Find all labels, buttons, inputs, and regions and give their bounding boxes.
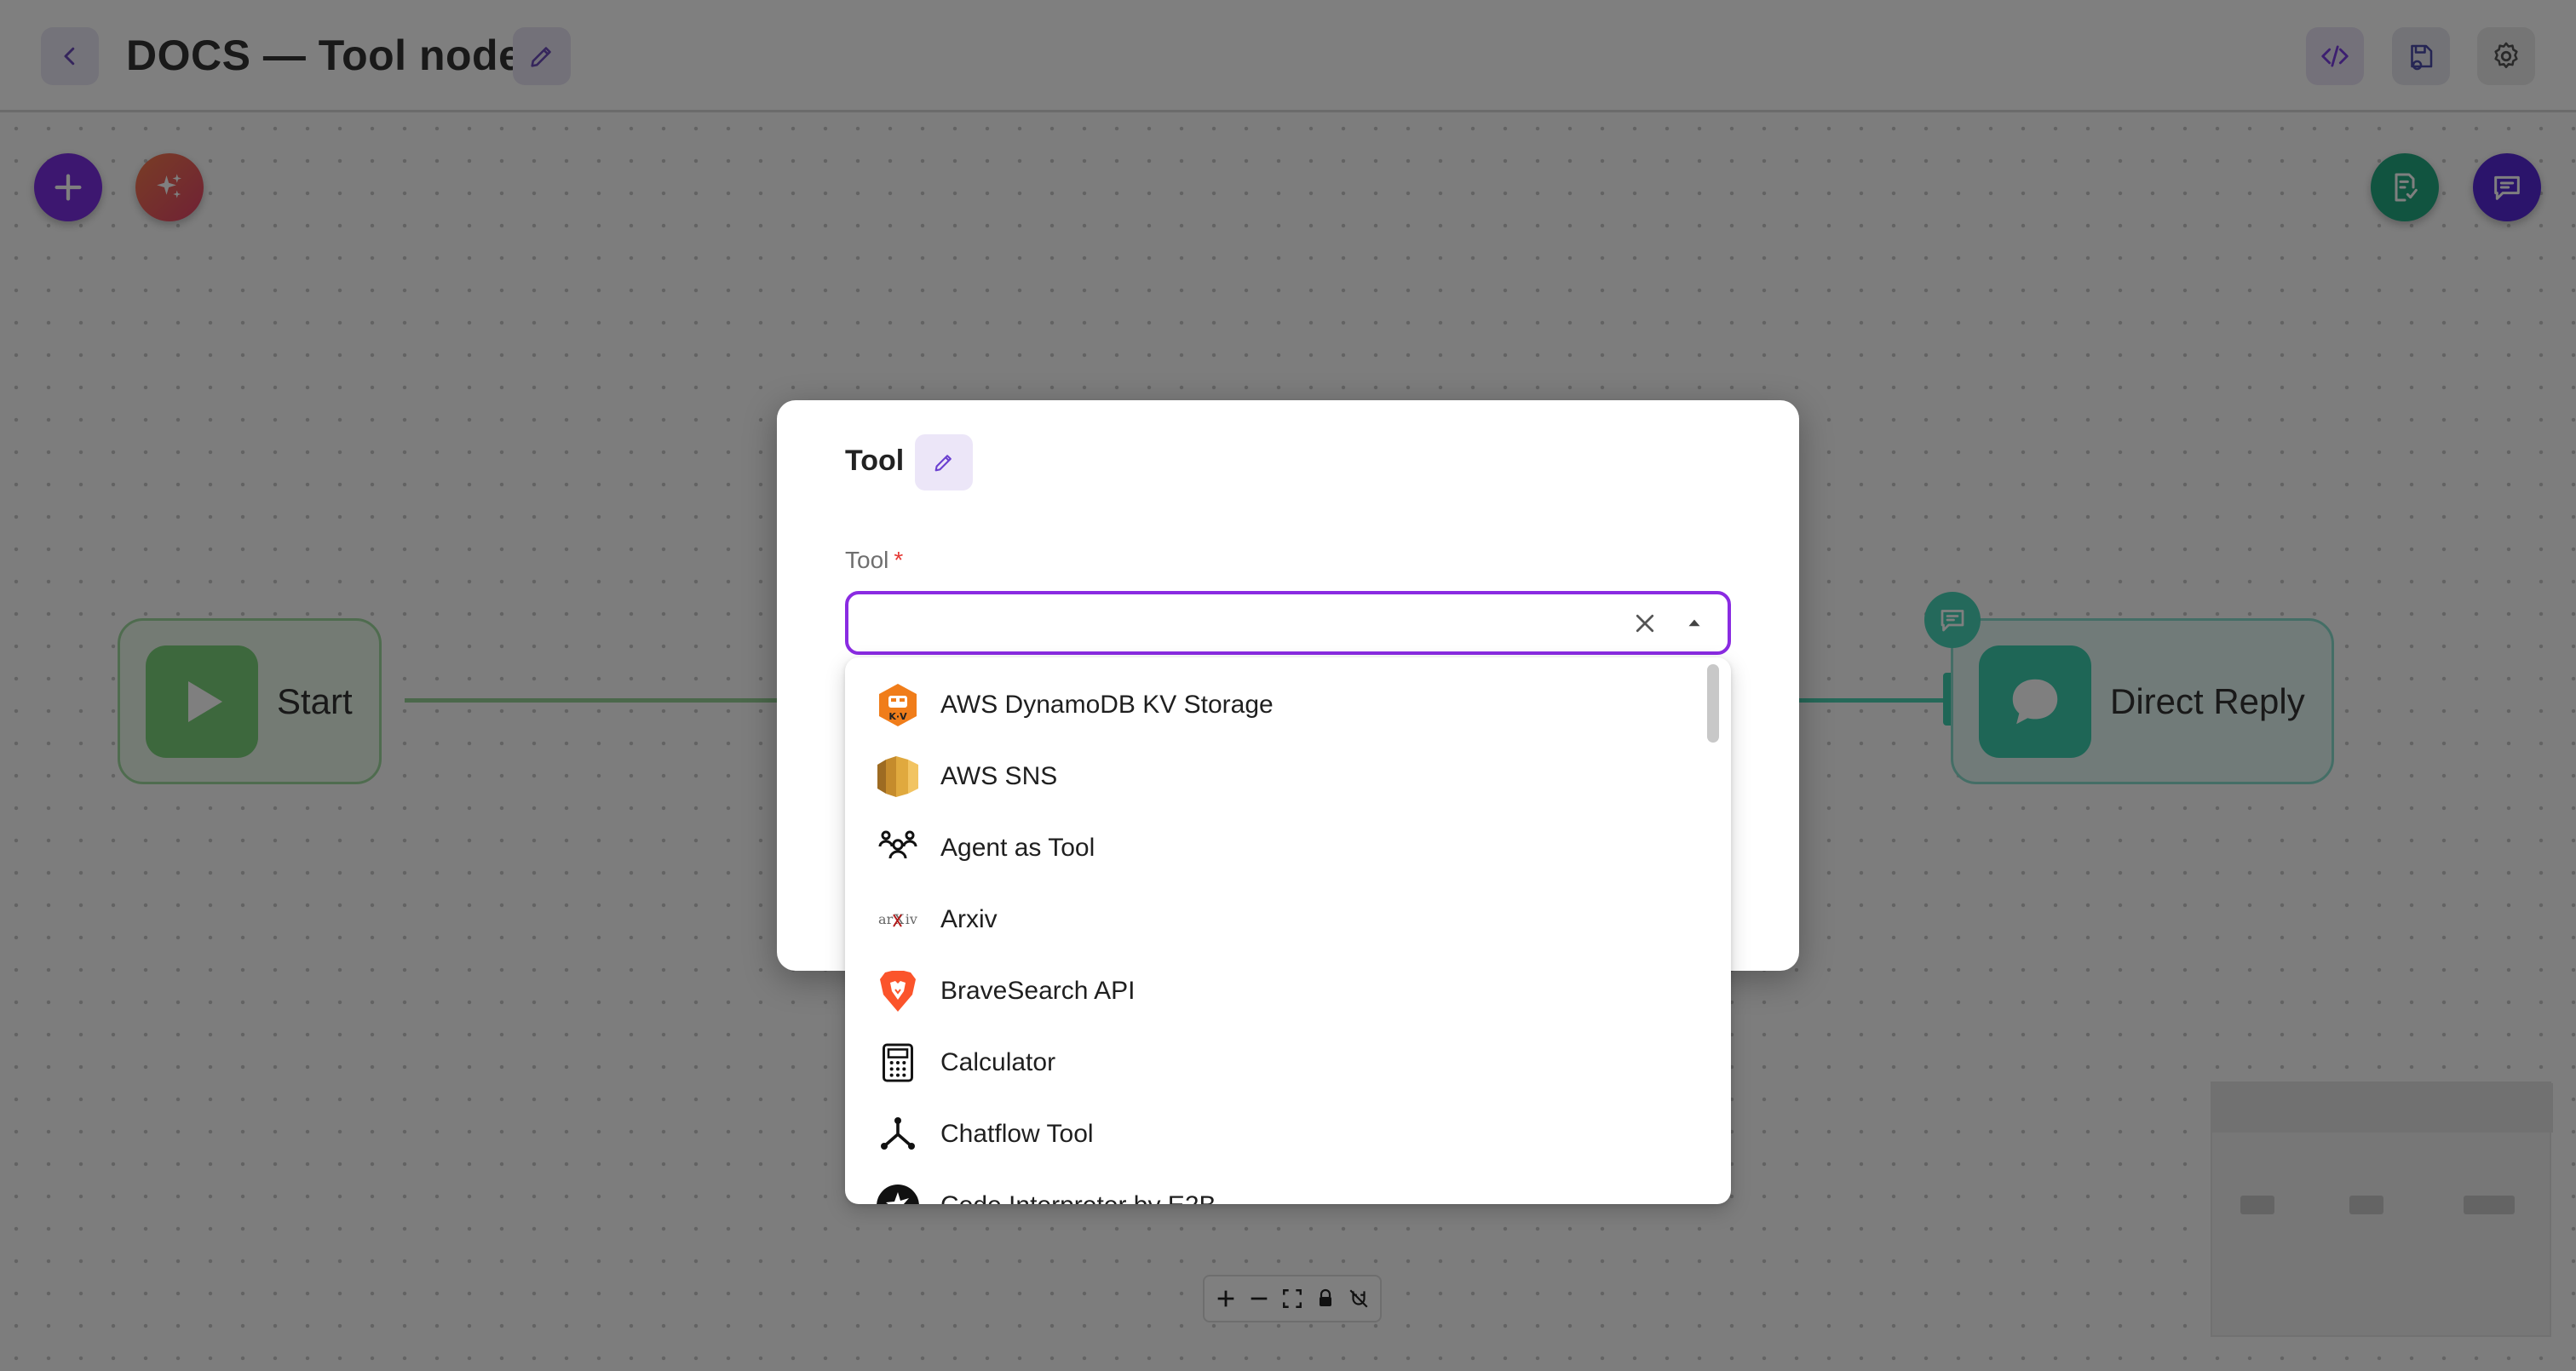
tool-search-input[interactable] [848,594,1624,651]
tool-options-dropdown: K·V AWS DynamoDB KV Storage AWS SNS Agen… [845,657,1731,1204]
e2b-icon [874,1182,922,1204]
tool-option-label: AWS DynamoDB KV Storage [940,691,1274,719]
brave-icon [874,967,922,1015]
dynamodb-icon: K·V [874,681,922,729]
agent-icon [874,824,922,872]
tool-option[interactable]: Calculator [845,1027,1697,1099]
tool-option[interactable]: Code Interpreter by E2B [845,1170,1697,1204]
tool-option-label: Agent as Tool [940,834,1095,862]
svg-text:K·V: K·V [888,711,907,722]
dialog-title: Tool [845,445,905,477]
calculator-icon [874,1039,922,1087]
tool-field-label-text: Tool [845,547,889,573]
tool-option[interactable]: BraveSearch API [845,955,1697,1027]
tool-option[interactable]: Agent as Tool [845,812,1697,884]
chatflow-icon [874,1110,922,1158]
tool-option-label: Chatflow Tool [940,1120,1094,1148]
arxiv-icon: ar X iv [874,896,922,944]
aws-sns-icon [874,753,922,800]
edit-node-name-button[interactable] [915,434,973,490]
tool-option[interactable]: ar X iv Arxiv [845,884,1697,955]
tool-option-label: BraveSearch API [940,977,1136,1005]
tool-option-label: Arxiv [940,905,998,933]
tool-option[interactable]: K·V AWS DynamoDB KV Storage [845,669,1697,741]
close-icon [1636,614,1654,632]
tool-select[interactable] [845,591,1731,655]
clear-selection-button[interactable] [1624,602,1666,645]
dropdown-scrollbar[interactable] [1707,664,1719,743]
toggle-dropdown-button[interactable] [1673,602,1716,645]
tool-option[interactable]: AWS SNS [845,741,1697,812]
tool-option[interactable]: Chatflow Tool [845,1099,1697,1170]
tool-option-label: Code Interpreter by E2B [940,1191,1216,1204]
caret-up-icon [1688,619,1700,626]
required-marker: * [894,547,904,573]
tool-field-label: Tool * [845,547,903,574]
tool-option-label: AWS SNS [940,762,1058,790]
pencil-icon [934,455,952,472]
tool-option-label: Calculator [940,1048,1056,1076]
